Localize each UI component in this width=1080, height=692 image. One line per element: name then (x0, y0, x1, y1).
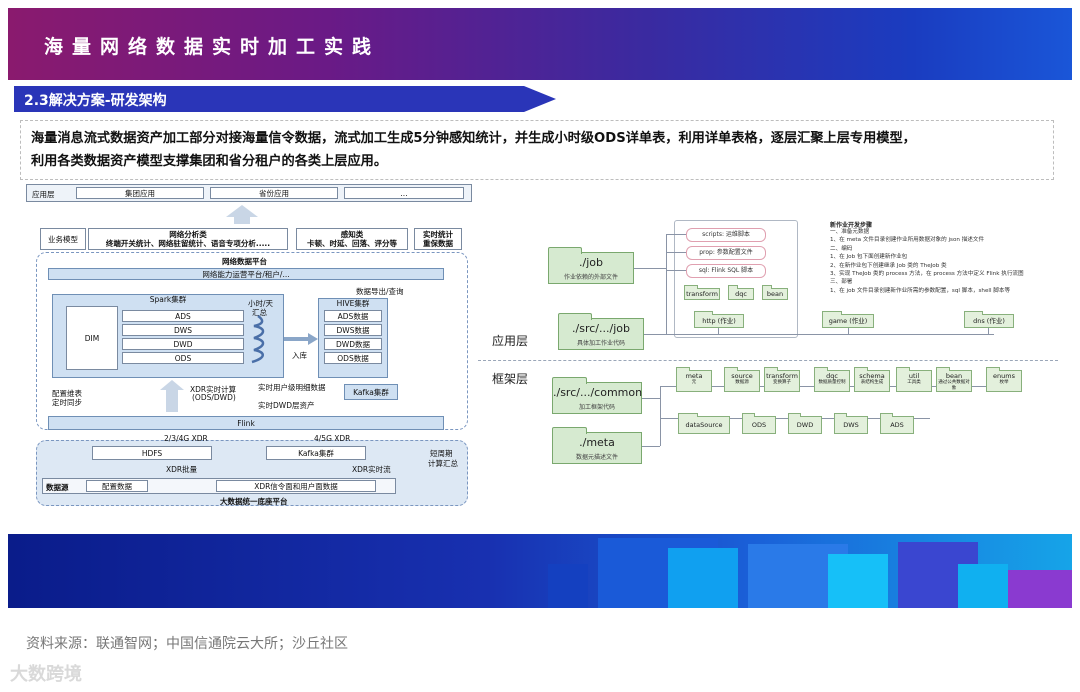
source-note: 资料来源：联通智网；中国信通院云大所；沙丘社区 (26, 636, 348, 652)
meta-folder-ads: ADS (880, 413, 914, 434)
capacity-bar: 网络能力运营平台/租户/... (48, 268, 444, 280)
src-common-folder: ./src/.../common 加工框架代码 (552, 377, 642, 414)
section-label: 2.3解决方案-研发架构 (24, 93, 167, 109)
common-folder-schema: schema 表结构生成 (854, 367, 890, 392)
common-folder-dqc: dqc 数据质量控制 (814, 367, 850, 392)
xdr-45g-label: 4/5G XDR (314, 434, 351, 443)
dns-folder: dns (作业) (964, 311, 1014, 328)
perception-box: 感知类 卡顿、时延、回落、评分等 (296, 228, 408, 250)
step-line: 1、在 Job 包下面创建新作业包 (830, 254, 908, 261)
realtime-stat-box: 实时统计 重保数据 (414, 228, 462, 250)
page-title: 海量网络数据实时加工实践 (44, 36, 381, 58)
bottom-decoration (8, 534, 1072, 608)
src-job-folder: ./src/.../job 具体加工作业代码 (558, 313, 644, 350)
step-line: 3、实现 TheJob 类的 process 方法，在 process 方法中定… (830, 271, 1024, 278)
datasource-label: 数据源 (46, 483, 69, 492)
section-bar: 2.3解决方案-研发架构 (14, 86, 556, 112)
meta-folder: ./meta 数据元描述文件 (552, 427, 642, 464)
meta-folder-dwd: DWD (788, 413, 822, 434)
common-folder-enums: enums 枚举 (986, 367, 1022, 392)
common-folder-source: source 数据源 (724, 367, 760, 392)
config-data-box: 配置数据 (86, 480, 148, 492)
dqc-folder: dqc (728, 285, 754, 300)
xdr-calc-label-2: (ODS/DWD) (192, 393, 236, 402)
up-arrow-icon (160, 380, 184, 390)
steps-list: 一、准备元数据 1、在 meta 文件目录创建作业所用数据对象的 json 描述文… (830, 228, 1024, 295)
description-line-2: 利用各类数据资产模型支撑集团和省分租户的各类上层应用。 (31, 154, 388, 169)
prop-pill: prop: 参数配置文件 (686, 246, 766, 260)
architecture-diagram: 应用层 集团应用 省份应用 ... 业务模型 网络分析类 终端开关统计、网络驻留… (26, 182, 472, 506)
bigdata-label: 大数据统一底座平台 (220, 497, 288, 506)
common-folder-meta: meta 元 (676, 367, 712, 392)
layer-divider (478, 360, 1058, 361)
common-folder-bean: bean 通过公共数据对象 (936, 367, 972, 392)
hive-dwd: DWD数据 (324, 338, 382, 350)
step-line: 一、准备元数据 (830, 229, 870, 235)
flink-bar: Flink (48, 416, 444, 430)
app-group-box: 集团应用 (76, 187, 204, 199)
kafka-cluster-bottom: Kafka集群 (266, 446, 366, 460)
export-label: 数据导出/查询 (356, 287, 404, 296)
meta-folder-dws: DWS (834, 413, 868, 434)
job-folder: ./job 作业依赖的外部文件 (548, 247, 634, 284)
slide: 海量网络数据实时加工实践 2.3解决方案-研发架构 海量消息流式数据资产加工部分… (8, 8, 1072, 608)
hdfs-box: HDFS (92, 446, 212, 460)
biz-model-box: 业务模型 (40, 228, 86, 250)
game-folder: game (作业) (822, 311, 874, 328)
spark-dwd: DWD (122, 338, 244, 350)
scripts-pill: scripts: 运维脚本 (686, 228, 766, 242)
step-line: 1、在 job 文件目录创建新作业所需的参数配置，sql 脚本，shell 脚本… (830, 287, 1011, 294)
meta-folder-datasource: dataSource (678, 413, 730, 434)
spark-dws: DWS (122, 324, 244, 336)
common-folder-util: util 工具类 (896, 367, 932, 392)
spark-ods: ODS (122, 352, 244, 364)
common-folder-transform: transform 变换算子 (764, 367, 800, 392)
realtime-dwd-label: 实时DWD层资产 (258, 401, 315, 410)
description-line-1: 海量消息流式数据资产加工部分对接海量信令数据，流式加工生成5分钟感知统计，并生成… (31, 131, 916, 146)
http-folder: http (作业) (694, 311, 744, 328)
into-db-label: 入库 (292, 351, 307, 360)
into-db-arrow-icon (284, 333, 318, 345)
app-prov-box: 省份应用 (210, 187, 338, 199)
frame-layer-label: 框架层 (492, 372, 529, 386)
app-layer-label: 应用层 (32, 190, 55, 199)
realtime-user-label: 实时用户级明细数据 (258, 383, 326, 392)
kafka-cluster-top: Kafka集群 (344, 384, 398, 400)
step-line: 二、编码 (830, 245, 853, 252)
xdr-234g-label: 2/3/4G XDR (164, 434, 208, 443)
dim-box: DIM (66, 306, 118, 370)
config-sync-label-2: 定时同步 (52, 398, 82, 407)
code-structure-diagram: ./job 作业依赖的外部文件 ./src/.../job 具体加工作业代码 应… (478, 206, 1058, 476)
bean-folder: bean (762, 285, 788, 300)
transform-folder: transform (684, 285, 720, 300)
spiral-arrow-icon (251, 314, 265, 364)
platform-title: 网络数据平台 (222, 257, 267, 266)
hive-ads: ADS数据 (324, 310, 382, 322)
hive-ods: ODS数据 (324, 352, 382, 364)
spark-ads: ADS (122, 310, 244, 322)
step-line: 1、在 meta 文件目录创建作业所用数据对象的 json 描述文件 (830, 237, 985, 244)
net-analysis-box: 网络分析类 终端开关统计、网络驻留统计、语音专项分析..... (88, 228, 288, 250)
watermark-logo: 大数跨境 (10, 664, 82, 685)
xdr-data-box: XDR信令面和用户面数据 (216, 480, 376, 492)
xdr-batch-label: XDR批量 (166, 465, 198, 474)
app-more-box: ... (344, 187, 464, 199)
header-banner: 海量网络数据实时加工实践 (8, 8, 1072, 80)
hive-dws: DWS数据 (324, 324, 382, 336)
description-box: 海量消息流式数据资产加工部分对接海量信令数据，流式加工生成5分钟感知统计，并生成… (20, 120, 1054, 180)
app-layer-label-right: 应用层 (492, 334, 529, 348)
meta-folder-ods: ODS (742, 413, 776, 434)
up-arrow-icon (226, 205, 258, 217)
xdr-realtime-label: XDR实时流 (352, 465, 391, 474)
short-cycle-label-2: 计算汇总 (428, 459, 458, 468)
step-line: 三、部署 (830, 279, 853, 286)
step-line: 2、在新作业包下创建继承 Job 类的 TheJob 类 (830, 262, 947, 269)
sql-pill: sql: Flink SQL 脚本 (686, 264, 766, 278)
